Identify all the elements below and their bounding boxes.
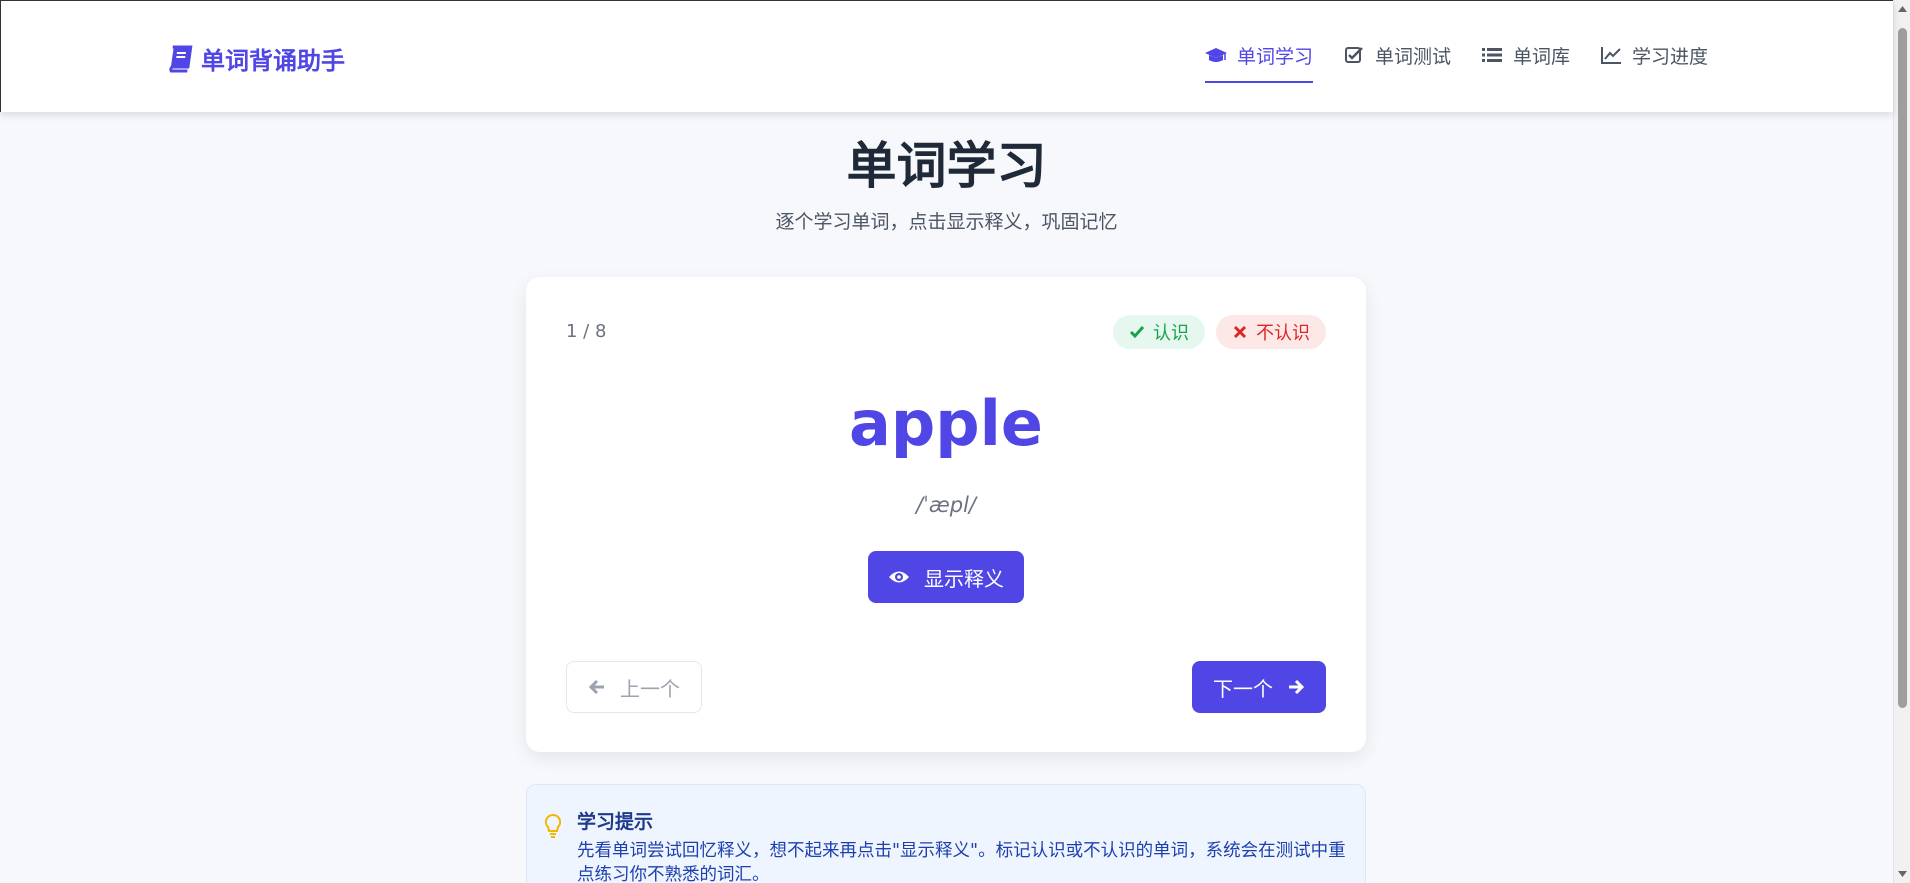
scrollbar-thumb[interactable] [1898,28,1907,708]
main-nav: 单词学习 单词测试 单词库 学习进度 [1205,41,1708,83]
scroll-down-arrow-icon[interactable] [1897,868,1908,879]
known-label: 认识 [1153,323,1189,344]
book-icon [169,45,193,72]
known-button[interactable]: 认识 [1113,315,1205,349]
nav-label: 单词库 [1513,45,1571,68]
show-meaning-button[interactable]: 显示释义 [868,551,1024,603]
tips-text: 先看单词尝试回忆释义，想不起来再点击"显示释义"。标记认识或不认识的单词，系统会… [577,841,1346,883]
nav-item-word-bank[interactable]: 单词库 [1481,41,1570,83]
current-word: apple [849,387,1043,460]
word-phonetic: /ˈæpl/ [916,493,976,517]
list-icon [1482,48,1503,62]
eye-icon [889,571,909,583]
close-icon [1233,325,1247,339]
arrow-left-icon [588,679,604,695]
nav-label: 学习进度 [1632,45,1709,68]
app-logo[interactable]: 单词背诵助手 [167,41,345,76]
nav-label: 单词学习 [1237,45,1314,68]
check-square-icon [1345,47,1363,63]
page-subtitle: 逐个学习单词，点击显示释义，巩固记忆 [775,211,1118,233]
mark-buttons: 认识 不认识 [1113,315,1326,349]
app-window: 单词背诵助手 单词学习 单词测试 单词库 学习进度 单词学习 逐个学习单词，点击… [0,0,1910,883]
lightbulb-icon [544,813,562,838]
check-icon [1129,326,1145,339]
page-title: 单词学习 [846,137,1047,195]
next-label: 下一个 [1213,676,1273,701]
word-counter: 1 / 8 [566,321,607,342]
nav-item-progress[interactable]: 学习进度 [1600,41,1708,83]
logo-text: 单词背诵助手 [201,47,345,75]
line-chart-icon [1601,47,1622,64]
arrow-right-icon [1289,679,1305,695]
study-tips: 学习提示 先看单词尝试回忆释义，想不起来再点击"显示释义"。标记认识或不认识的单… [526,784,1366,883]
unknown-button[interactable]: 不认识 [1216,315,1326,349]
tips-title: 学习提示 [577,811,654,833]
show-meaning-label: 显示释义 [924,566,1004,591]
nav-label: 单词测试 [1375,45,1452,68]
prev-button[interactable]: 上一个 [566,661,702,713]
graduation-cap-icon [1205,48,1227,62]
vertical-scrollbar[interactable] [1893,0,1910,883]
nav-item-word-study[interactable]: 单词学习 [1205,41,1314,83]
nav-item-word-test[interactable]: 单词测试 [1343,41,1451,83]
unknown-label: 不认识 [1256,323,1310,344]
flashcard: 1 / 8 认识 不认识 apple /ˈæpl/ 显示释义 上一个 下一个 [526,277,1366,752]
next-button[interactable]: 下一个 [1192,661,1326,713]
prev-label: 上一个 [620,676,680,701]
top-header: 单词背诵助手 单词学习 单词测试 单词库 学习进度 [0,0,1893,112]
scroll-up-arrow-icon[interactable] [1897,4,1908,15]
